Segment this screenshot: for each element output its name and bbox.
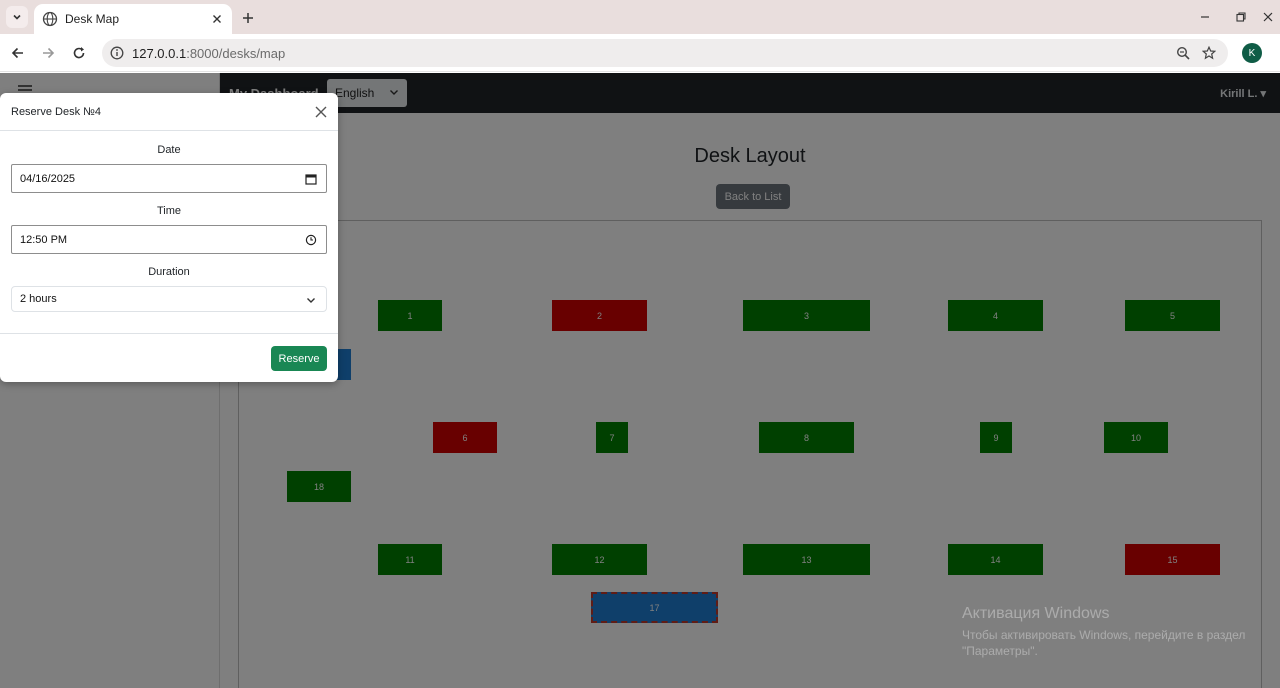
- browser-tab[interactable]: Desk Map: [34, 4, 232, 34]
- close-icon: [1263, 12, 1273, 22]
- reserve-button[interactable]: Reserve: [271, 346, 327, 371]
- tab-title: Desk Map: [65, 12, 120, 26]
- date-label: Date: [157, 144, 181, 156]
- bookmark-star-icon[interactable]: [1200, 44, 1218, 62]
- arrow-left-icon: [11, 47, 23, 59]
- windows-watermark-text: Чтобы активировать Windows, перейдите в …: [962, 628, 1246, 658]
- url-host: 127.0.0.1: [132, 45, 187, 61]
- modal-header: Reserve Desk №4: [0, 93, 338, 131]
- modal-title: Reserve Desk №4: [11, 106, 102, 118]
- close-tab-icon[interactable]: [208, 10, 226, 28]
- address-bar[interactable]: 127.0.0.1:8000/desks/map: [102, 39, 1228, 67]
- site-info-icon[interactable]: [108, 44, 126, 62]
- time-label: Time: [156, 205, 182, 217]
- url-path: :8000/desks/map: [186, 45, 286, 61]
- profile-avatar[interactable]: K: [1242, 43, 1262, 63]
- arrow-right-icon: [43, 47, 55, 59]
- plus-icon: [243, 13, 253, 23]
- browser-tab-bar: Desk Map: [0, 0, 1280, 34]
- windows-watermark-title: Активация Windows: [962, 605, 1110, 622]
- new-tab-button[interactable]: [238, 8, 258, 28]
- time-value: 12:50 PM: [20, 233, 68, 246]
- chevron-down-icon: [305, 294, 317, 306]
- url-text: 127.0.0.1:8000/desks/map: [132, 46, 285, 61]
- tab-search-button[interactable]: [6, 6, 28, 28]
- restore-icon: [1236, 12, 1246, 22]
- calendar-icon[interactable]: [305, 173, 317, 185]
- clock-icon[interactable]: [305, 234, 317, 246]
- reload-icon: [73, 47, 85, 59]
- globe-icon: [42, 11, 58, 27]
- minimize-button[interactable]: [1192, 5, 1218, 29]
- zoom-icon[interactable]: [1174, 44, 1192, 62]
- date-input[interactable]: 04/16/2025: [11, 164, 327, 193]
- duration-value: 2 hours: [20, 293, 57, 305]
- close-window-button[interactable]: [1255, 5, 1280, 29]
- reload-button[interactable]: [68, 42, 90, 64]
- duration-label: Duration: [148, 266, 190, 278]
- reserve-modal: Reserve Desk №4 Date 04/16/2025 Time 12:…: [0, 93, 338, 382]
- date-value: 04/16/2025: [20, 172, 76, 185]
- restore-button[interactable]: [1228, 5, 1254, 29]
- chevron-down-icon: [13, 14, 21, 20]
- back-nav-button[interactable]: [7, 42, 29, 64]
- browser-toolbar: 127.0.0.1:8000/desks/map K: [0, 34, 1280, 72]
- duration-select[interactable]: 2 hours: [11, 286, 327, 312]
- minimize-icon: [1201, 16, 1209, 18]
- forward-nav-button[interactable]: [37, 42, 59, 64]
- modal-footer: Reserve: [0, 333, 338, 382]
- time-input[interactable]: 12:50 PM: [11, 225, 327, 254]
- close-icon[interactable]: [313, 104, 329, 120]
